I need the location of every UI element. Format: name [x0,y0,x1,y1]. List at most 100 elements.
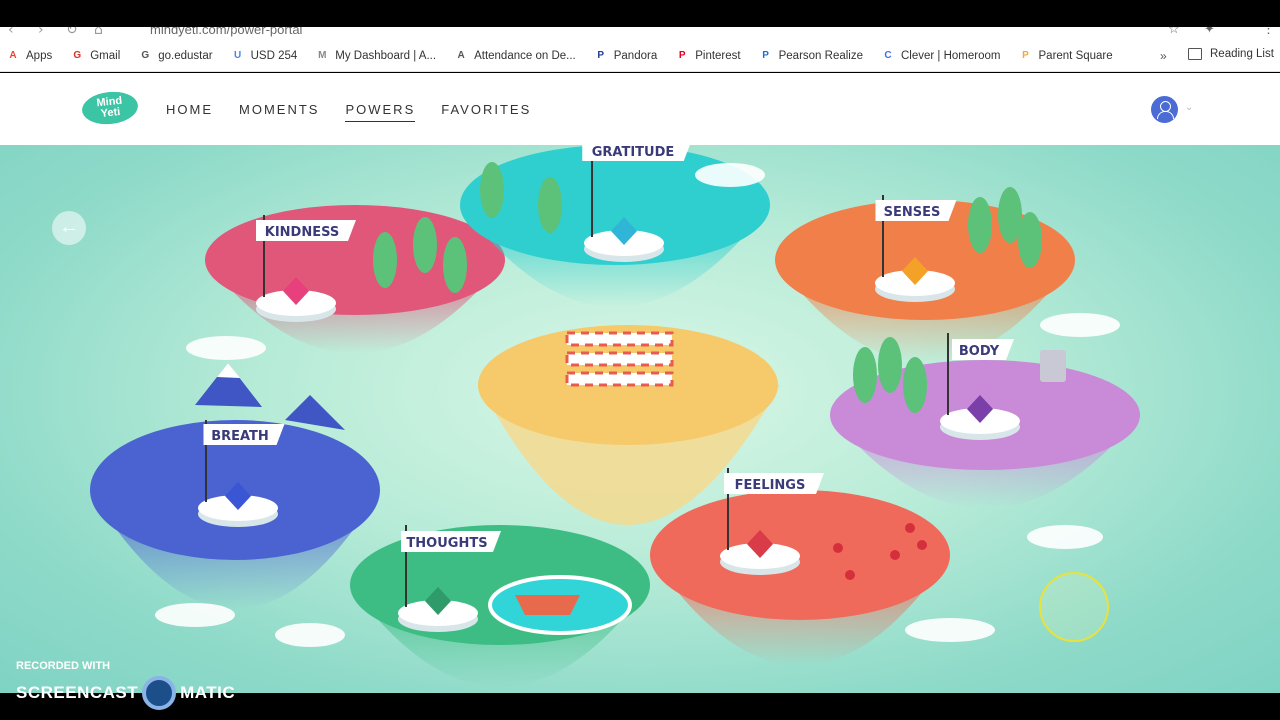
bookmark-item[interactable]: C Clever | Homeroom [881,49,1001,63]
bookmark-item[interactable]: P Parent Square [1019,49,1113,63]
back-arrow-button[interactable]: ← [52,211,86,245]
chevron-down-icon[interactable]: ⌄ [1185,102,1193,113]
address-bar[interactable]: ‹ › ↻ ⌂ mindyeti.com/power-portal ☆ ✦ ⋮ [0,27,1280,40]
cloud-icon [1027,525,1103,549]
screen: ‹ › ↻ ⌂ mindyeti.com/power-portal ☆ ✦ ⋮ … [0,0,1280,720]
boat-icon [515,595,580,615]
cloud-icon [905,618,995,642]
bookmark-item[interactable]: A Apps [6,49,52,63]
island-label: FEELINGS [735,478,806,493]
bookmark-item[interactable]: P Pearson Realize [759,49,863,63]
nav-home[interactable]: HOME [166,102,213,122]
pandora-icon: P [597,50,605,61]
tree-icon [480,162,504,218]
tree-icon [1018,212,1042,268]
bookmark-label: Pearson Realize [778,49,863,62]
bookmark-label: go.edustar [158,49,213,62]
flower-icon [833,543,843,553]
island-body[interactable]: BODY [830,333,1140,509]
bookmark-item[interactable]: A Attendance on De... [454,49,576,63]
g-icon: G [141,50,150,61]
bookmarks-bar: A Apps G Gmail Ggo.edustar U USD 254 M My Dashbo… [0,40,1280,72]
robot-icon [1040,350,1066,382]
watermark-matic: MATIC [180,683,236,702]
tree-icon [853,347,877,403]
bookmark-item[interactable]: G Gmail [70,49,120,63]
island-label: SENSES [884,205,941,220]
tree-icon [968,197,992,253]
star-icon[interactable]: ☆ [1168,27,1180,37]
flower-icon [905,523,915,533]
bookmark-item[interactable]: P Pandora [594,49,657,63]
island-label: THOUGHTS [406,536,487,551]
screencast-watermark: RECORDED WITH SCREENCAST MATIC [16,660,235,710]
barrier-icon [565,351,674,367]
forward-nav-icon[interactable]: › [38,27,44,38]
url-text[interactable]: mindyeti.com/power-portal [150,27,302,37]
island-label: KINDNESS [265,225,339,240]
cloud-icon [1040,313,1120,337]
bookmark-label: Gmail [90,49,121,62]
cloud-icon [155,603,235,627]
reading-list-icon [1188,48,1202,60]
parentsquare-icon: P [1022,50,1029,61]
barrier-icon [565,331,674,347]
pinterest-icon: P [678,50,686,61]
extensions-icon[interactable]: ✦ [1204,27,1215,37]
home-icon[interactable]: ⌂ [94,27,103,38]
bookmark-label: Pandora [613,49,658,62]
reload-icon[interactable]: ↻ [66,27,78,38]
bookmark-item[interactable]: P Pinterest [675,49,741,63]
island-label: GRATITUDE [592,145,675,160]
tree-icon [443,237,467,293]
bookmark-label: Parent Square [1038,49,1113,62]
tree-icon [903,357,927,413]
cursor-highlight [1039,572,1109,642]
reading-list-button[interactable]: Reading List [1188,48,1274,60]
tree-icon [878,337,902,393]
bookmark-label: Clever | Homeroom [901,49,1001,62]
cloud-icon [695,163,765,187]
bookmark-label: My Dashboard | A... [335,49,437,62]
apps-grid-icon: A [9,50,17,61]
tree-icon [413,217,437,273]
flower-icon [845,570,855,580]
mind-yeti-logo[interactable]: Mind Yeti [80,89,140,127]
nav-powers[interactable]: POWERS [345,102,416,122]
menu-icon[interactable]: ⋮ [1262,27,1275,37]
cloud-icon [186,336,266,360]
island-label: BODY [959,344,1000,359]
island-label: BREATH [211,429,269,444]
back-nav-icon[interactable]: ‹ [8,27,14,38]
app-header: Mind Yeti HOME MOMENTS POWERS FAVORITES ⌄ [0,73,1280,145]
pearson-icon: P [762,50,769,61]
google-icon: U [233,50,242,61]
watermark-line1: RECORDED WITH [16,660,111,672]
screencast-logo-icon [142,676,177,710]
flower-icon [890,550,900,560]
construction-island [478,325,780,525]
bookmark-item[interactable]: M My Dashboard | A... [315,49,436,63]
tree-icon [538,177,562,233]
dashboard-icon: M [318,50,327,61]
nav-favorites[interactable]: FAVORITES [441,102,531,122]
bookmark-label: Pinterest [695,49,741,62]
nav-moments[interactable]: MOMENTS [239,102,319,122]
tree-icon [373,232,397,288]
globe-icon: A [457,50,465,61]
island-breath[interactable]: BREATH [90,420,380,609]
island-feelings[interactable]: FEELINGS [650,468,950,666]
bookmark-item[interactable]: Ggo.edustar [138,49,212,63]
mountain-icon [285,395,345,430]
barrier-icon [565,371,674,387]
gmail-icon: G [73,50,82,61]
bookmark-item[interactable]: U USD 254 [231,49,297,63]
cloud-icon [275,623,345,647]
reading-list-label: Reading List [1210,48,1274,60]
bookmark-label: Attendance on De... [474,49,576,62]
main-nav: HOME MOMENTS POWERS FAVORITES [166,102,557,122]
clever-icon: C [884,50,892,61]
user-avatar-icon[interactable] [1151,96,1178,123]
more-bookmarks-button[interactable]: » [1160,49,1167,63]
bookmark-label: Apps [26,49,53,62]
